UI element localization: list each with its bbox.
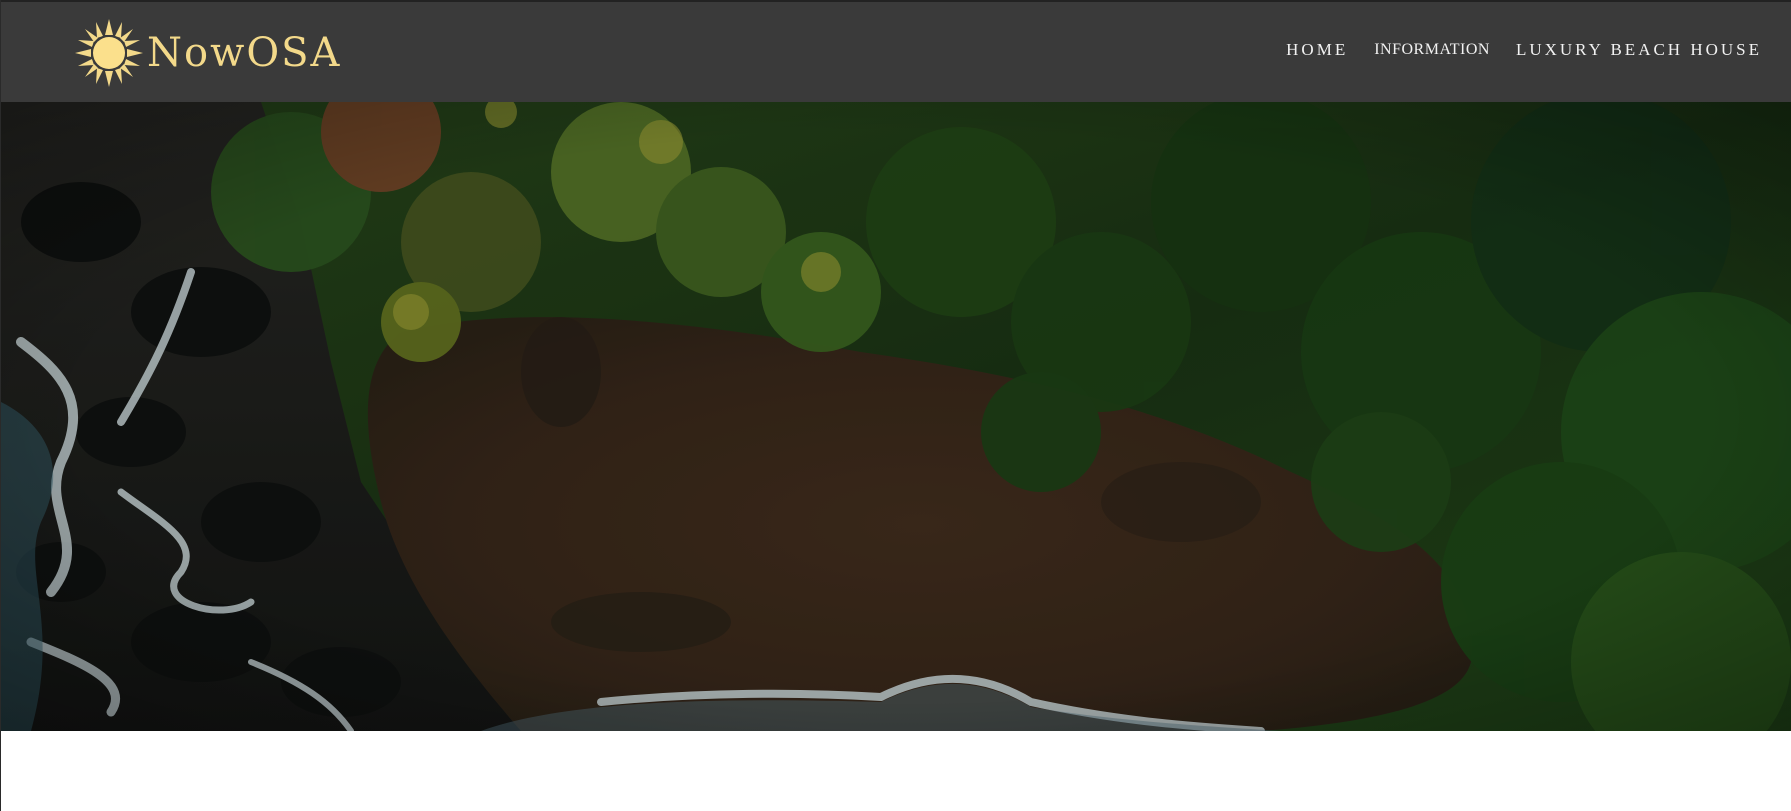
page: NowOSA HOME INFORMATION LUXURY BEACH HOU… (0, 0, 1791, 811)
hero-image (1, 102, 1791, 731)
main-nav: HOME INFORMATION LUXURY BEACH HOUSE (1286, 40, 1762, 60)
nav-luxury-beach-house[interactable]: LUXURY BEACH HOUSE (1516, 40, 1762, 60)
site-header: NowOSA HOME INFORMATION LUXURY BEACH HOU… (1, 0, 1791, 102)
logo-link[interactable]: NowOSA (73, 18, 341, 88)
nav-home[interactable]: HOME (1286, 40, 1348, 60)
content-area (1, 731, 1791, 811)
brand-name: NowOSA (147, 30, 342, 76)
nav-information[interactable]: INFORMATION (1374, 41, 1490, 59)
aerial-beach-photo (1, 102, 1791, 731)
sun-icon (75, 19, 143, 87)
